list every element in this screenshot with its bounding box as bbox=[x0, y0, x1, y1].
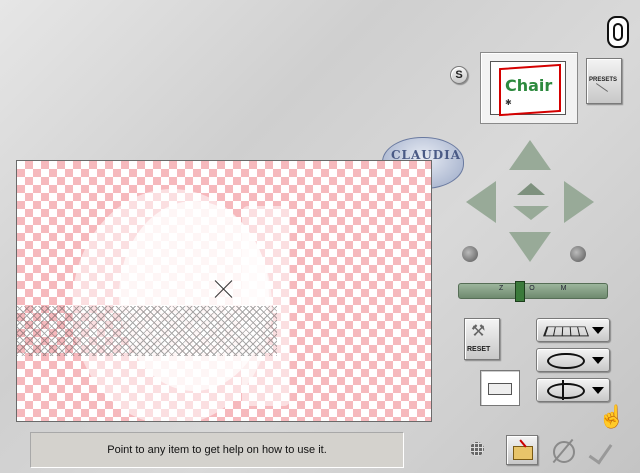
thumbnail-text: Chair bbox=[505, 76, 553, 95]
rotate-loop-icon bbox=[547, 353, 585, 369]
hammer-icon: ⚒ bbox=[471, 323, 486, 340]
arrow-up-button[interactable] bbox=[509, 140, 551, 172]
reset-label: RESET bbox=[467, 346, 491, 353]
hand-pointer-icon: ☝ bbox=[598, 404, 626, 429]
checkmark-icon bbox=[588, 438, 613, 465]
grid-toggle-icon[interactable] bbox=[470, 442, 484, 456]
spin-loop-icon bbox=[547, 383, 585, 399]
arrow-left-button[interactable] bbox=[466, 181, 498, 223]
presets-label: PRESETS bbox=[589, 77, 618, 83]
spin-shape-dropdown[interactable] bbox=[536, 378, 610, 402]
rotate-left-icon[interactable] bbox=[462, 246, 478, 262]
thumbnail-image: Chair ✱ bbox=[490, 61, 566, 117]
arrow-down-button[interactable] bbox=[509, 232, 551, 264]
rotate-right-icon[interactable] bbox=[570, 246, 586, 262]
center-down-button[interactable] bbox=[513, 206, 549, 224]
folder-icon bbox=[513, 446, 533, 460]
presets-button[interactable]: PRESETS bbox=[586, 58, 622, 104]
zoom-slider-thumb[interactable] bbox=[515, 281, 525, 302]
arrow-right-button[interactable] bbox=[564, 181, 596, 223]
s-button[interactable]: S bbox=[450, 66, 468, 84]
center-up-button[interactable] bbox=[517, 183, 545, 199]
grid-shape-dropdown[interactable] bbox=[536, 318, 610, 342]
zoom-slider[interactable]: Z O M bbox=[458, 281, 608, 302]
thumbnail-frame: Chair ✱ bbox=[480, 52, 578, 124]
status-text: Point to any item to get help on how to … bbox=[107, 444, 327, 456]
frame-button[interactable] bbox=[480, 370, 520, 406]
s-button-label: S bbox=[455, 69, 463, 81]
zoom-label: Z O M bbox=[499, 285, 579, 292]
cancel-button[interactable] bbox=[550, 438, 576, 464]
open-file-button[interactable] bbox=[506, 435, 538, 465]
reset-button[interactable]: ⚒ RESET bbox=[464, 318, 500, 360]
preview-canvas[interactable] bbox=[16, 160, 432, 422]
cursor-cross-icon bbox=[214, 280, 233, 298]
mesh-texture bbox=[17, 306, 277, 356]
help-swirl-icon[interactable] bbox=[607, 16, 629, 48]
rotate-shape-dropdown[interactable] bbox=[536, 348, 610, 372]
status-bar: Point to any item to get help on how to … bbox=[30, 432, 404, 468]
ok-button[interactable] bbox=[588, 434, 618, 466]
perspective-grid-icon bbox=[543, 326, 589, 337]
